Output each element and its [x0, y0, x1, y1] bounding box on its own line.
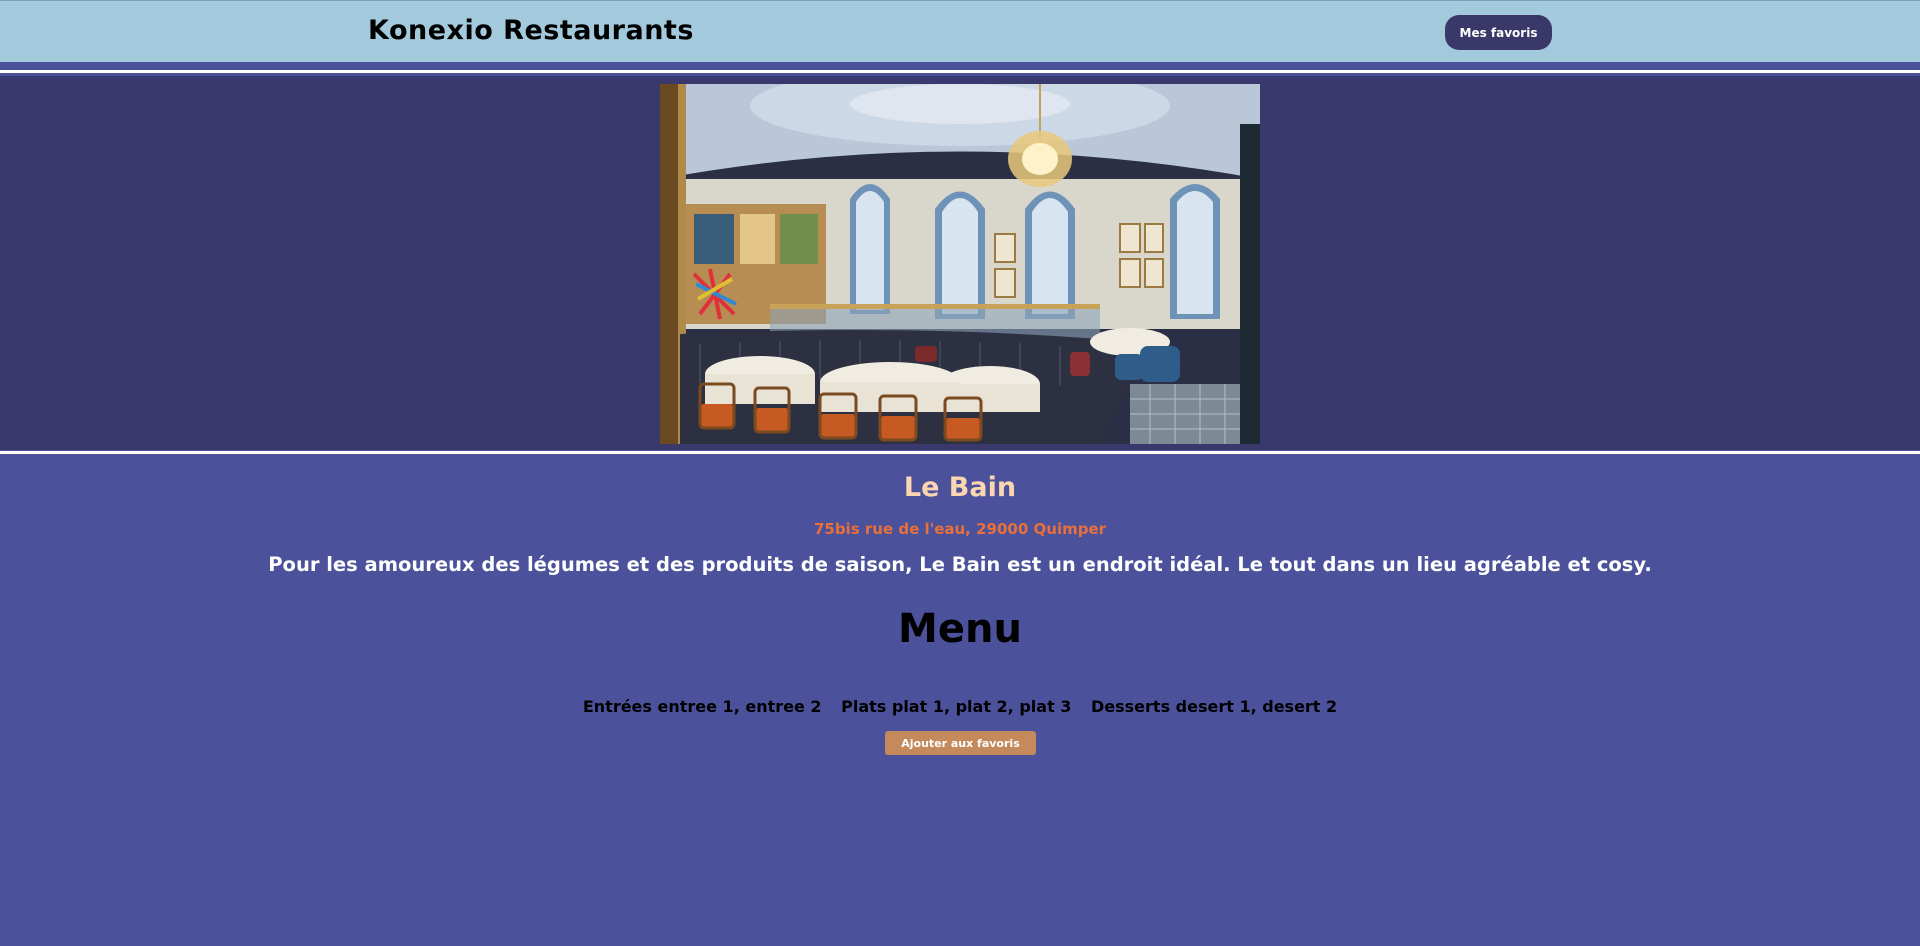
- hero-section: [0, 76, 1920, 450]
- site-header: Konexio Restaurants Mes favoris: [0, 0, 1920, 62]
- header-divider-band: [0, 62, 1920, 70]
- add-to-favorites-button[interactable]: Ajouter aux favoris: [885, 731, 1036, 755]
- menu-desserts: Desserts desert 1, desert 2: [1091, 697, 1338, 716]
- menu-mains: Plats plat 1, plat 2, plat 3: [841, 697, 1072, 716]
- menu-list: Entrées entree 1, entree 2 Plats plat 1,…: [0, 697, 1920, 716]
- favorites-button[interactable]: Mes favoris: [1445, 15, 1552, 50]
- menu-starters: Entrées entree 1, entree 2: [582, 697, 822, 716]
- divider-line-bottom: [0, 451, 1920, 454]
- restaurant-name: Le Bain: [903, 472, 1017, 503]
- restaurant-description: Pour les amoureux des légumes et des pro…: [268, 553, 1652, 576]
- restaurant-photo: [660, 84, 1260, 444]
- menu-heading: Menu: [898, 606, 1022, 652]
- divider-line-top: [0, 70, 1920, 73]
- brand-title[interactable]: Konexio Restaurants: [368, 15, 694, 46]
- restaurant-address: 75bis rue de l'eau, 29000 Quimper: [813, 520, 1107, 538]
